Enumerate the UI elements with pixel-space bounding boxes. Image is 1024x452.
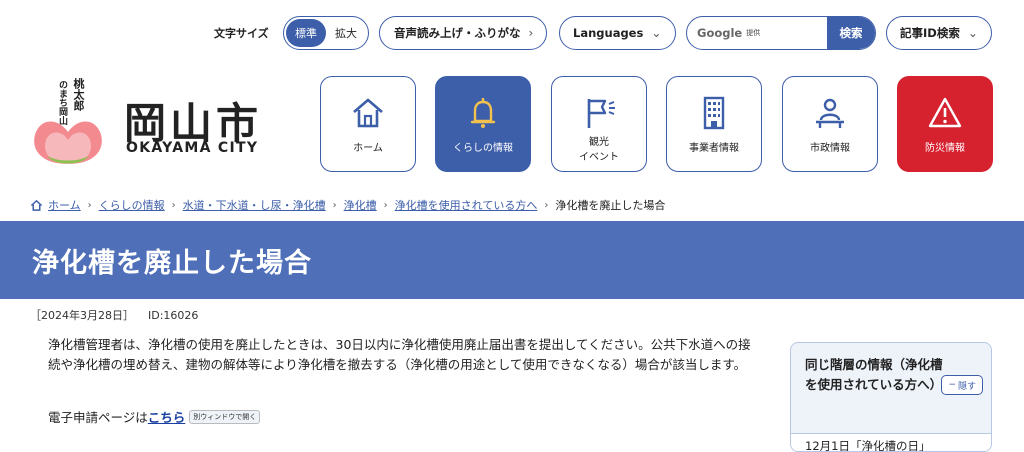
breadcrumb-item[interactable]: ホーム	[48, 197, 81, 213]
site-logo[interactable]: のまち岡山 桃太郎 岡山市 OKAYAMA CITY	[28, 76, 278, 176]
e-application-prefix: 電子申請ページは	[48, 410, 148, 425]
person-desk-icon	[810, 93, 850, 133]
font-size-large-button[interactable]: 拡大	[326, 19, 366, 47]
page-date: ［2024年3月28日］	[30, 309, 134, 322]
nav-home[interactable]: ホーム	[320, 76, 416, 172]
breadcrumb-current: 浄化槽を廃止した場合	[555, 199, 666, 212]
chevron-right-icon: ›	[87, 199, 92, 211]
breadcrumb-item[interactable]: 浄化槽	[344, 197, 377, 213]
logo-english: OKAYAMA CITY	[126, 140, 259, 156]
page-title: 浄化槽を廃止した場合	[32, 248, 312, 279]
hide-panel-label: 隠す	[957, 381, 976, 392]
sibling-pages-title: 同じ階層の情報（浄化槽を使用されている方へ）	[805, 357, 943, 392]
nav-city-admin[interactable]: 市政情報	[782, 76, 878, 172]
search-provider-label: 提供	[746, 29, 761, 37]
flag-icon	[579, 93, 619, 133]
chevron-right-icon: ›	[332, 199, 337, 211]
body-paragraph: 浄化槽管理者は、浄化槽の使用を廃止したときは、30日以内に浄化槽使用廃止届出書を…	[48, 337, 751, 372]
chevron-right-icon: ›	[528, 26, 534, 40]
bell-icon	[463, 93, 503, 133]
read-aloud-label: 音声読み上げ・ふりがな	[394, 26, 521, 40]
warning-icon	[925, 93, 965, 133]
nav-disaster[interactable]: 防災情報	[897, 76, 993, 172]
hide-panel-button[interactable]: − 隠す	[941, 375, 983, 395]
logo-tagline-left: のまち岡山	[57, 80, 67, 125]
chevron-right-icon: ›	[544, 199, 549, 211]
nav-home-label: ホーム	[353, 143, 383, 154]
building-icon	[694, 93, 734, 133]
list-item[interactable]: 12月1日「浄化槽の日」	[805, 438, 930, 451]
site-search: Google 提供 検索	[686, 16, 876, 50]
page-id: ID:16026	[148, 309, 199, 322]
chevron-down-icon: ⌄	[651, 26, 662, 40]
nav-tourism-label: 観光 イベント	[579, 137, 619, 163]
e-application-line: 電子申請ページは こちら 別ウィンドウで開く	[48, 407, 261, 426]
font-size-toggle: 標準 拡大	[283, 16, 369, 50]
nav-living-label: くらしの情報	[453, 143, 513, 154]
nav-living[interactable]: くらしの情報	[435, 76, 531, 172]
e-application-link[interactable]: こちら	[148, 407, 186, 426]
article-id-search-label: 記事ID検索	[900, 26, 960, 40]
breadcrumb-item[interactable]: くらしの情報	[99, 197, 165, 213]
breadcrumb: ホーム › くらしの情報 › 水道・下水道・し尿・浄化槽 › 浄化槽 › 浄化槽…	[30, 197, 665, 213]
search-button[interactable]: 検索	[827, 17, 875, 49]
breadcrumb-item[interactable]: 水道・下水道・し尿・浄化槽	[183, 197, 326, 213]
google-logo: Google	[697, 26, 743, 40]
minus-icon: −	[948, 380, 956, 390]
read-aloud-button[interactable]: 音声読み上げ・ふりがな ›	[379, 16, 547, 50]
nav-city-admin-label: 市政情報	[810, 143, 850, 154]
search-input[interactable]: Google 提供	[687, 17, 827, 49]
page-meta: ［2024年3月28日］ ID:16026	[30, 307, 198, 323]
logo-tagline-right: 桃太郎	[72, 78, 85, 111]
nav-business[interactable]: 事業者情報	[666, 76, 762, 172]
chevron-down-icon: ⌄	[967, 26, 978, 40]
languages-label: Languages	[573, 26, 644, 40]
breadcrumb-item[interactable]: 浄化槽を使用されている方へ	[395, 197, 538, 213]
utility-bar: 文字サイズ 標準 拡大 音声読み上げ・ふりがな › Languages ⌄ Go…	[0, 16, 1024, 50]
article-id-search-button[interactable]: 記事ID検索 ⌄	[886, 16, 992, 50]
title-banner: 浄化槽を廃止した場合	[0, 221, 1024, 299]
chevron-right-icon: ›	[171, 199, 176, 211]
home-icon	[348, 93, 388, 133]
font-size-standard-button[interactable]: 標準	[286, 19, 326, 47]
languages-dropdown[interactable]: Languages ⌄	[559, 16, 676, 50]
sibling-pages-panel: 同じ階層の情報（浄化槽を使用されている方へ） − 隠す 12月1日「浄化槽の日」	[790, 342, 992, 452]
chevron-right-icon: ›	[383, 199, 388, 211]
sibling-pages-list: 12月1日「浄化槽の日」	[791, 433, 991, 451]
nav-business-label: 事業者情報	[689, 143, 739, 154]
home-icon	[30, 199, 43, 211]
font-size-label: 文字サイズ	[214, 27, 269, 40]
new-window-badge: 別ウィンドウで開く	[189, 409, 261, 424]
nav-disaster-label: 防災情報	[925, 143, 965, 154]
nav-tourism[interactable]: 観光 イベント	[551, 76, 647, 172]
